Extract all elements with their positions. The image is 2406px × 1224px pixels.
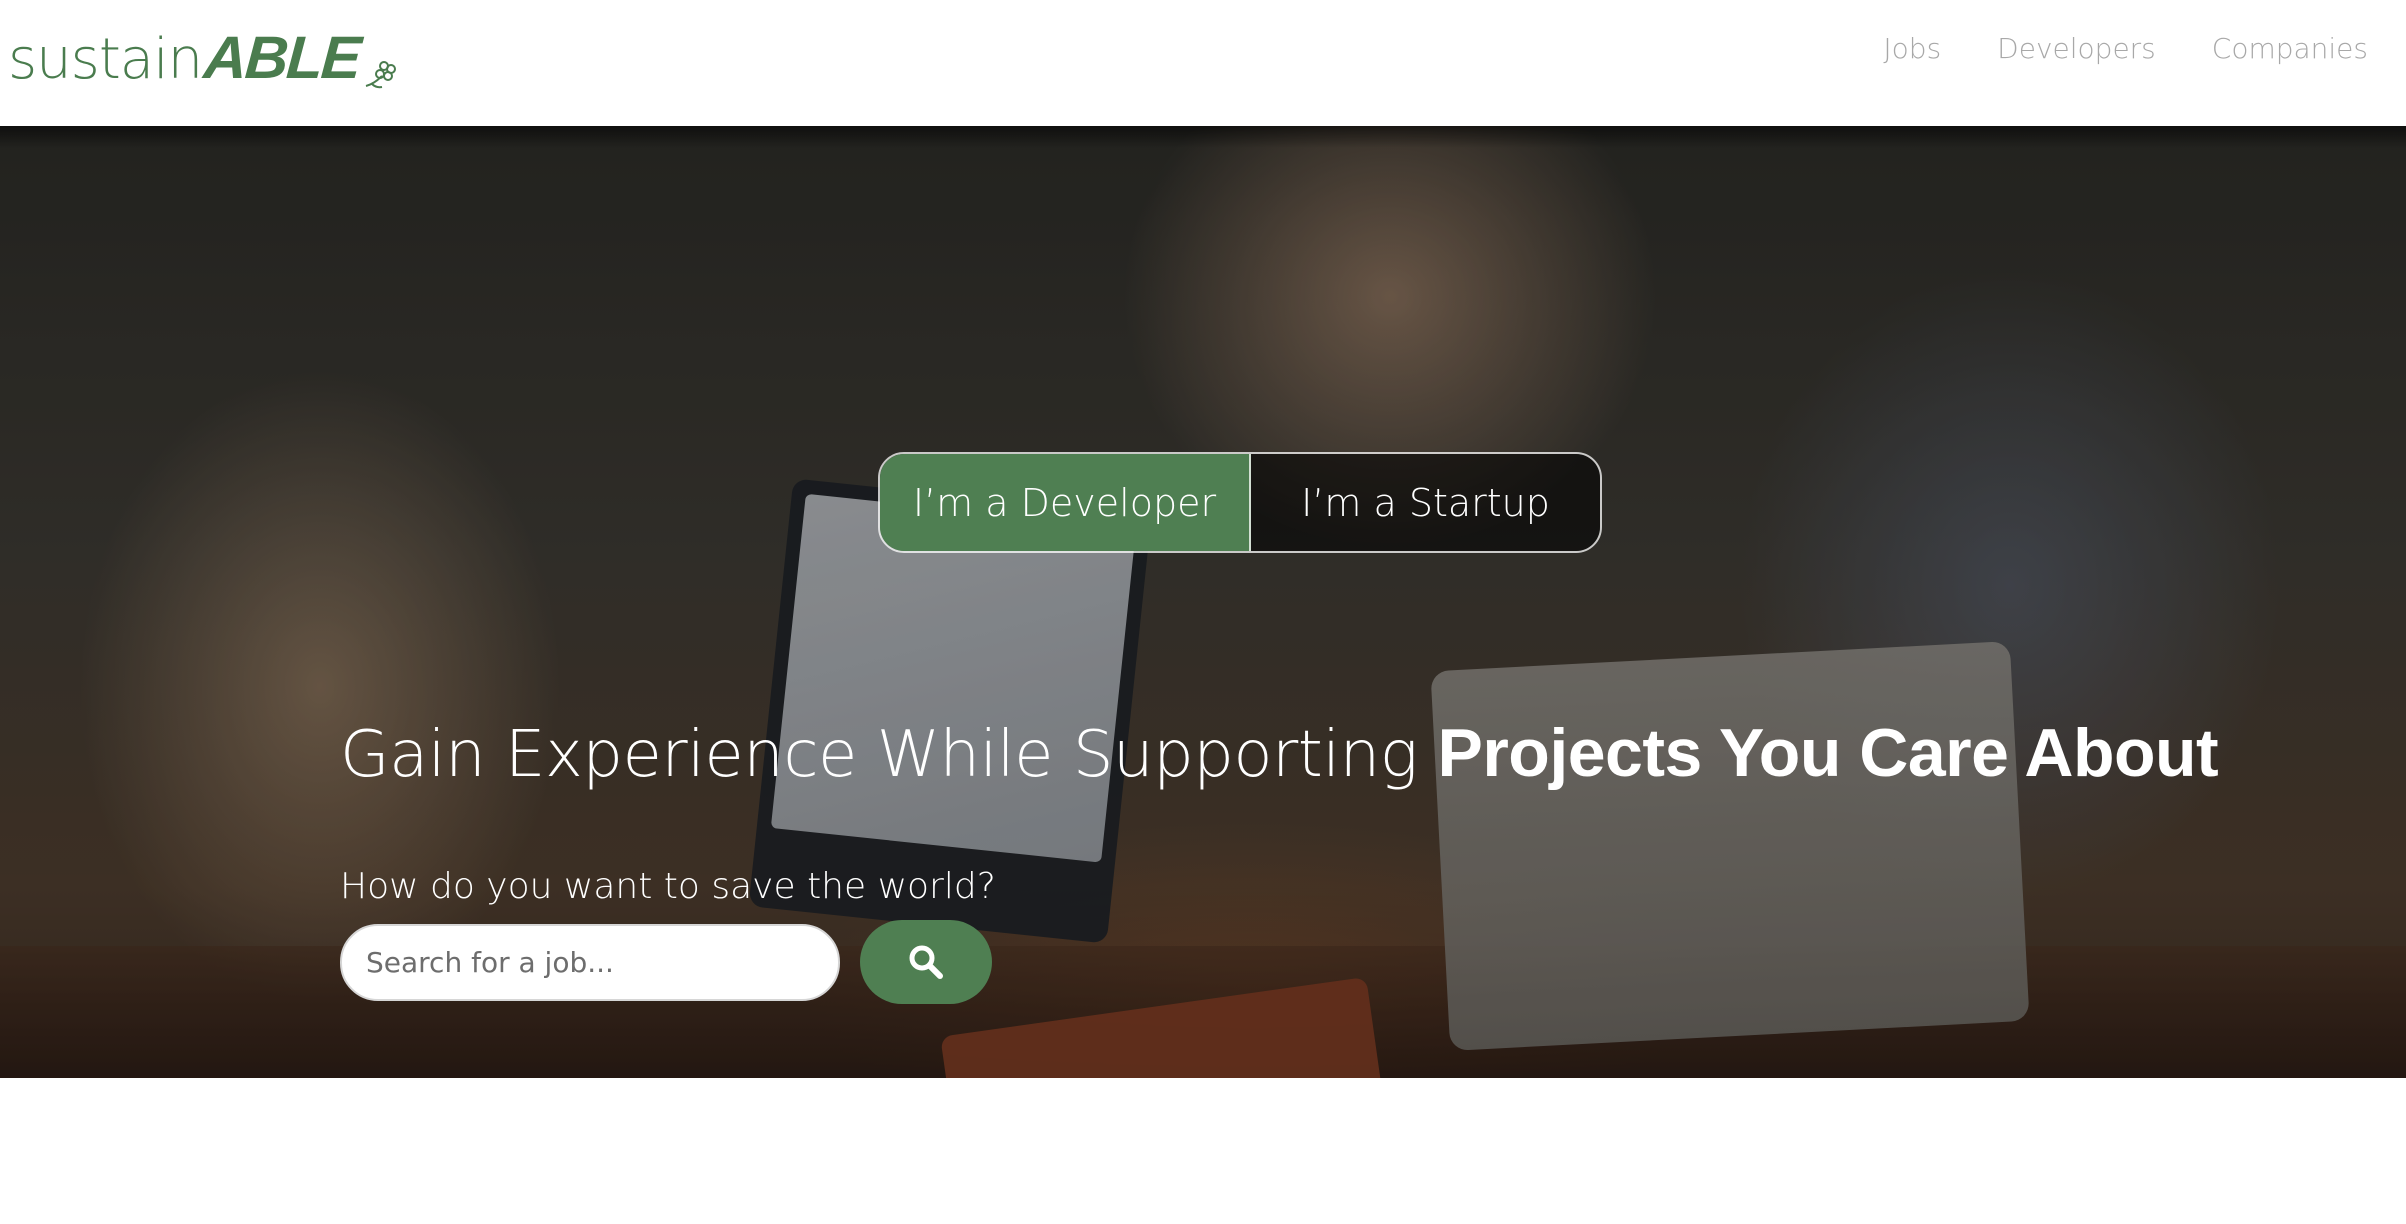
hero-section: I’m a Developer I’m a Startup Gain Exper… [0, 126, 2406, 1078]
nav-link-developers[interactable]: Developers [1997, 32, 2156, 65]
nav-link-companies[interactable]: Companies [2212, 32, 2368, 65]
search-prompt: How do you want to save the world? [340, 866, 996, 907]
logo-text-bold: ABLE [201, 24, 362, 91]
site-header: sustain ABLE Jobs Developers Companies [0, 0, 2406, 126]
job-search-input[interactable] [340, 924, 840, 1001]
flower-icon [365, 61, 396, 89]
search-icon [909, 945, 943, 979]
startup-toggle-button[interactable]: I’m a Startup [1250, 454, 1600, 551]
role-toggle: I’m a Developer I’m a Startup [878, 452, 1602, 553]
developer-toggle-button[interactable]: I’m a Developer [880, 454, 1251, 551]
hero-headline: Gain Experience While Supporting Project… [340, 714, 2219, 792]
brand-logo[interactable]: sustain ABLE [8, 18, 402, 92]
nav-link-jobs[interactable]: Jobs [1883, 32, 1941, 65]
search-button[interactable] [860, 920, 992, 1004]
headline-light: Gain Experience While Supporting [340, 718, 1438, 792]
main-nav: Jobs Developers Companies [1883, 32, 2368, 65]
logo-text-light: sustain [8, 27, 203, 92]
headline-bold: Projects You Care About [1437, 715, 2219, 791]
